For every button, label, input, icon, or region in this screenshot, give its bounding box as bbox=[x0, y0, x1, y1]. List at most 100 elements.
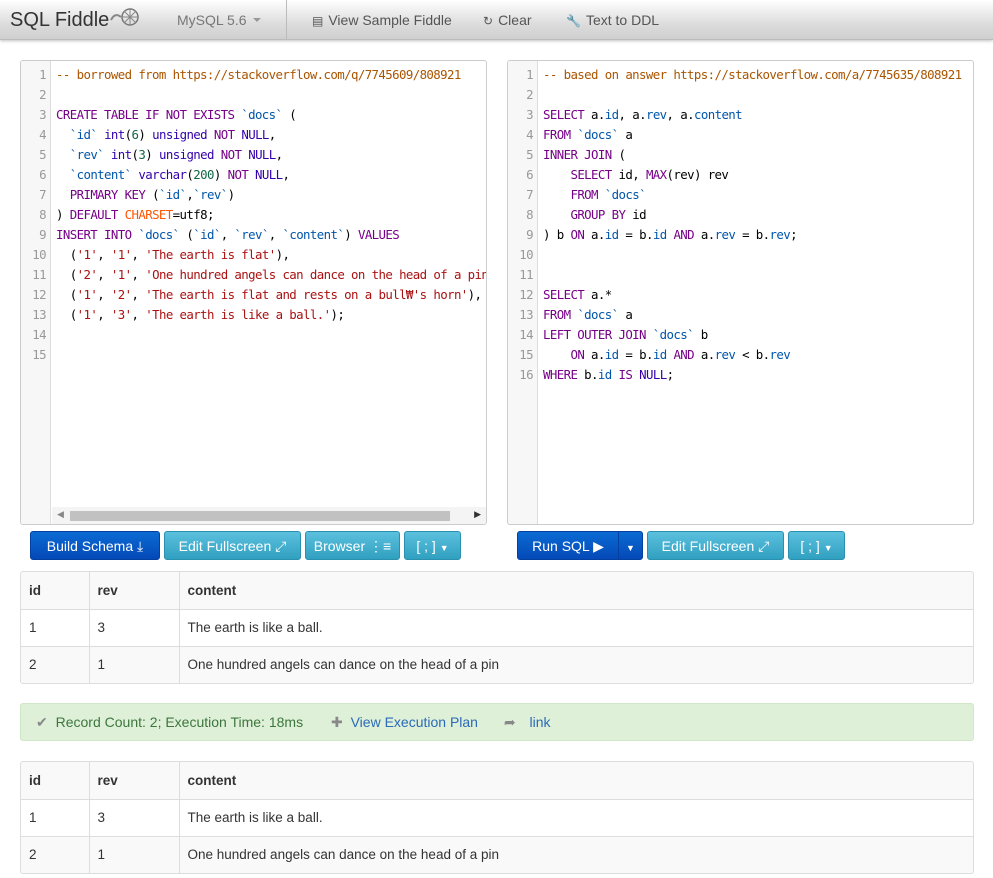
code-token: ( bbox=[145, 187, 159, 202]
code-token: , bbox=[97, 247, 111, 262]
line-text: ('1', '1', 'The earth is flat'), bbox=[56, 245, 290, 265]
scroll-right-icon[interactable]: ▶ bbox=[474, 509, 481, 520]
column-header[interactable]: id bbox=[21, 762, 89, 799]
label: Run SQL bbox=[532, 538, 590, 554]
code-token: id bbox=[652, 347, 667, 362]
line-number: 13 bbox=[32, 307, 46, 322]
code-token: IS bbox=[618, 367, 640, 382]
horizontal-scrollbar[interactable]: ◀ ▶ bbox=[52, 507, 486, 524]
code-line: 8) DEFAULT CHARSET=utf8; bbox=[21, 205, 486, 225]
code-token: < b. bbox=[735, 347, 770, 362]
code-line: 8 GROUP BY id bbox=[508, 205, 973, 225]
caret-down-icon: ▼ bbox=[626, 543, 635, 553]
run-sql-button[interactable]: Run SQL ▶ bbox=[517, 531, 619, 560]
text-to-ddl-link[interactable]: 🔧 Text to DDL bbox=[566, 12, 659, 28]
database-select[interactable]: MySQL 5.6 bbox=[177, 12, 261, 28]
code-line: 12 ('1', '2', 'The earth is flat and res… bbox=[21, 285, 486, 305]
line-text: FROM `docs` bbox=[543, 185, 646, 205]
code-token: ( bbox=[56, 247, 77, 262]
code-token: SELECT bbox=[543, 107, 592, 122]
query-delimiter-dropdown[interactable]: [ ; ] ▼ bbox=[788, 531, 845, 560]
code-token: , bbox=[131, 287, 146, 302]
code-token: varchar bbox=[138, 167, 187, 182]
scroll-left-icon[interactable]: ◀ bbox=[57, 509, 64, 520]
code-token: , bbox=[131, 267, 146, 282]
code-token: content bbox=[694, 107, 743, 122]
code-token: a bbox=[618, 127, 633, 142]
code-line: 11 ('2', '1', 'One hundred angels can da… bbox=[21, 265, 486, 285]
line-number: 9 bbox=[526, 227, 533, 242]
refresh-icon: ↻ bbox=[483, 14, 494, 28]
code-token: `docs` bbox=[138, 227, 180, 242]
line-text: -- borrowed from https://stackoverflow.c… bbox=[56, 65, 461, 85]
code-token: AND bbox=[673, 227, 701, 242]
query-code[interactable]: 1 -- based on answer https://stackoverflo… bbox=[508, 65, 973, 385]
code-token: VALUES bbox=[357, 227, 400, 242]
table-cell: 1 bbox=[21, 798, 89, 836]
line-number: 5 bbox=[39, 147, 46, 162]
code-token: id bbox=[632, 207, 646, 222]
code-token: ); bbox=[330, 307, 345, 322]
code-token: ON bbox=[570, 227, 592, 242]
line-number: 4 bbox=[526, 127, 533, 142]
clear-link[interactable]: ↻ Clear bbox=[483, 12, 532, 28]
code-line: 12 SELECT a.* bbox=[508, 285, 973, 305]
line-text: ('1', '3', 'The earth is like a ball.'); bbox=[56, 305, 345, 325]
code-token: b bbox=[693, 327, 708, 342]
column-header[interactable]: id bbox=[21, 572, 89, 609]
view-execution-plan-link[interactable]: View Execution Plan bbox=[351, 714, 478, 730]
line-number: 6 bbox=[526, 167, 533, 182]
column-header[interactable]: content bbox=[178, 762, 973, 799]
column-header[interactable]: rev bbox=[88, 572, 179, 609]
column-header[interactable]: rev bbox=[88, 762, 179, 799]
brand-logo[interactable]: SQL Fiddle bbox=[10, 8, 140, 32]
view-sample-fiddle-link[interactable]: ▤ View Sample Fiddle bbox=[312, 12, 452, 28]
table-cell: 3 bbox=[88, 608, 179, 646]
table-cell: The earth is like a ball. bbox=[178, 608, 973, 646]
code-token: 'The earth is flat' bbox=[145, 247, 276, 262]
code-token: = b. bbox=[618, 347, 653, 362]
line-number: 2 bbox=[526, 87, 533, 102]
table-cell: 1 bbox=[21, 608, 89, 646]
code-line: 4 `id` int(6) unsigned NOT NULL, bbox=[21, 125, 486, 145]
code-token: ) bbox=[138, 127, 153, 142]
scrollbar-thumb[interactable] bbox=[70, 511, 450, 521]
code-line: 16 WHERE b.id IS NULL; bbox=[508, 365, 973, 385]
permalink[interactable]: link bbox=[529, 714, 550, 730]
schema-code[interactable]: 1 -- borrowed from https://stackoverflow.… bbox=[21, 65, 486, 365]
query-editor[interactable]: 1 -- based on answer https://stackoverflo… bbox=[507, 60, 974, 525]
code-token: '2' bbox=[76, 267, 98, 282]
code-line: 1 -- based on answer https://stackoverflo… bbox=[508, 65, 973, 85]
code-token: `rev` bbox=[234, 227, 269, 242]
code-token: `rev` bbox=[193, 187, 228, 202]
line-number: 2 bbox=[39, 87, 46, 102]
code-token: id bbox=[652, 227, 667, 242]
code-line: 14 bbox=[21, 325, 486, 345]
label: View Sample Fiddle bbox=[328, 12, 452, 28]
code-token: , bbox=[275, 147, 283, 162]
browser-button[interactable]: Browser ⋮≡ bbox=[305, 531, 400, 560]
schema-edit-fullscreen-button[interactable]: Edit Fullscreen ⤢ bbox=[164, 531, 301, 560]
code-token: unsigned bbox=[159, 147, 221, 162]
code-token: WHERE bbox=[543, 367, 585, 382]
column-header[interactable]: content bbox=[178, 572, 973, 609]
code-token: '1' bbox=[76, 307, 98, 322]
code-token: ), bbox=[275, 247, 290, 262]
line-number: 1 bbox=[39, 67, 46, 82]
query-edit-fullscreen-button[interactable]: Edit Fullscreen ⤢ bbox=[647, 531, 784, 560]
schema-delimiter-dropdown[interactable]: [ ; ] ▼ bbox=[404, 531, 461, 560]
build-schema-button[interactable]: Build Schema ⤓ bbox=[30, 531, 160, 560]
schema-editor[interactable]: 1 -- borrowed from https://stackoverflow.… bbox=[20, 60, 487, 525]
code-token: a. bbox=[700, 347, 715, 362]
code-token: ( bbox=[179, 227, 194, 242]
code-token: '2' bbox=[110, 287, 132, 302]
expand-icon: ⤢ bbox=[758, 538, 770, 554]
code-line: 13 FROM `docs` a bbox=[508, 305, 973, 325]
code-token: a. bbox=[591, 107, 605, 122]
line-number: 15 bbox=[32, 347, 46, 362]
run-sql-dropdown[interactable]: ▼ bbox=[618, 531, 643, 560]
line-text: ) b ON a.id = b.id AND a.rev = b.rev; bbox=[543, 225, 798, 245]
line-text: ) DEFAULT CHARSET=utf8; bbox=[56, 205, 214, 225]
